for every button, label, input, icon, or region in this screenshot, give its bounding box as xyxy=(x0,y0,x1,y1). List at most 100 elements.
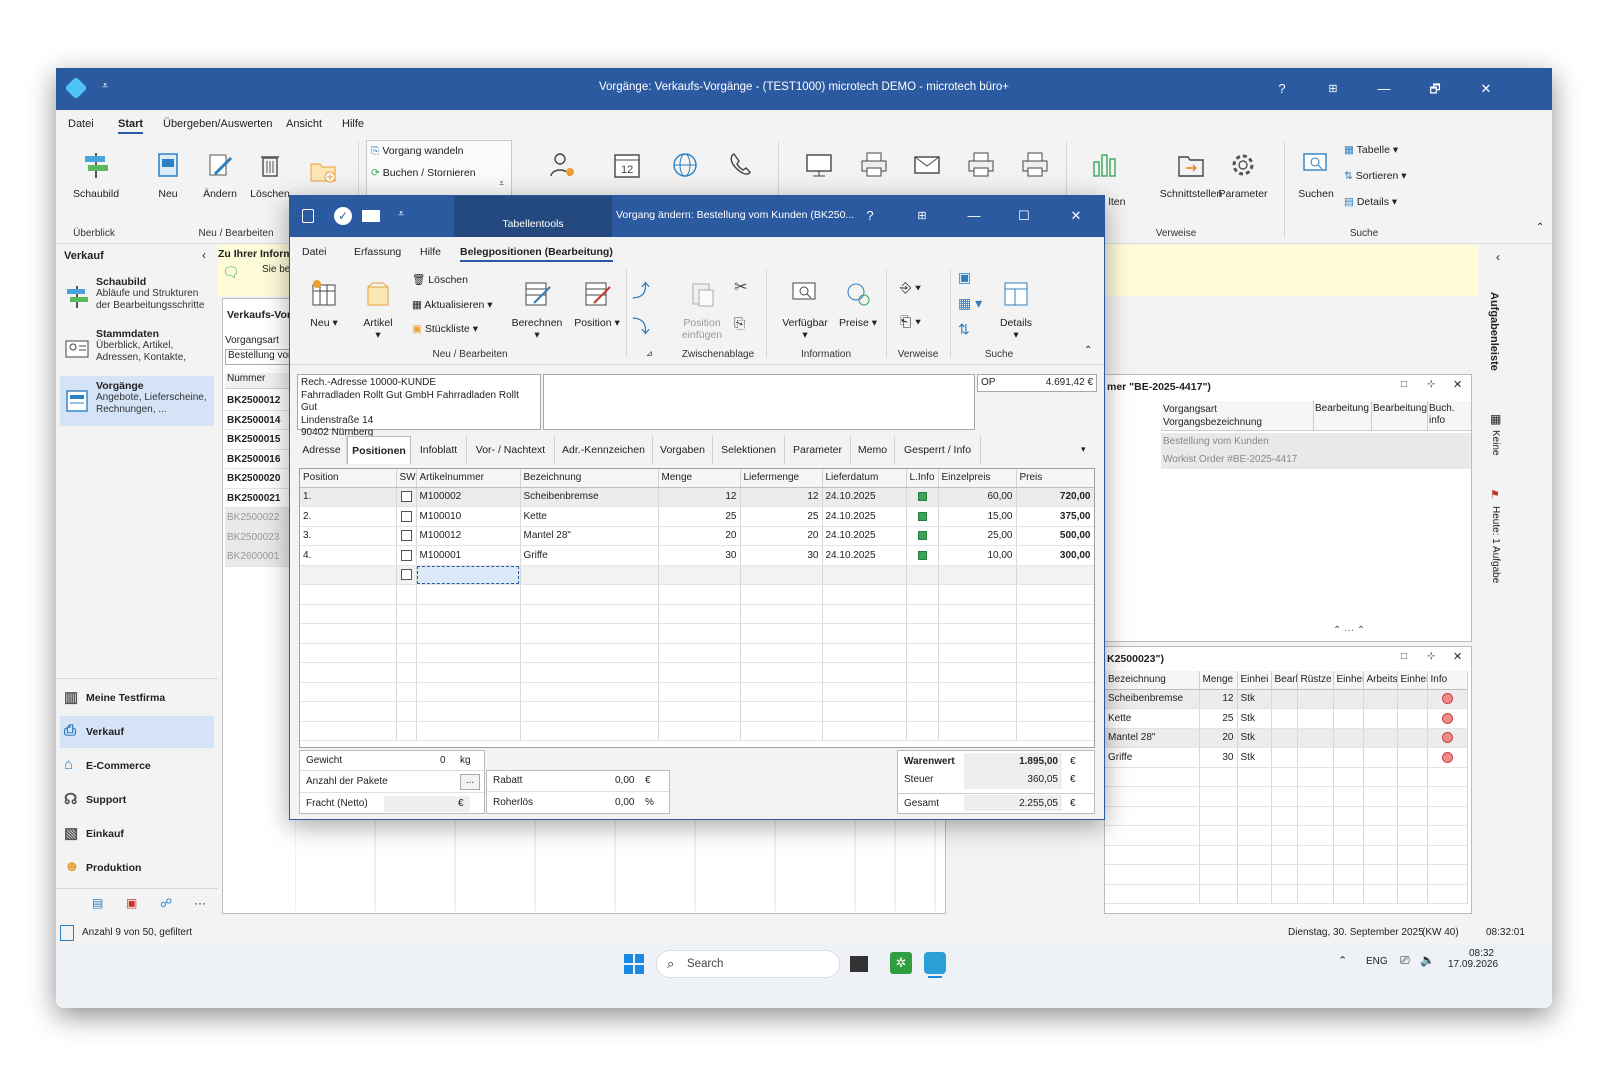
col-bearbeitung-2[interactable]: Bearbeitung xyxy=(1373,403,1427,414)
artikelnummer-cell[interactable]: M100012 xyxy=(416,526,521,546)
liefermenge-cell[interactable]: 20 xyxy=(740,526,823,546)
detail-col-header[interactable]: Rüstze xyxy=(1297,671,1334,690)
detail-col-header[interactable]: Bearl xyxy=(1271,671,1298,690)
list-row[interactable]: BK2500023 xyxy=(225,527,297,547)
schaubild-button[interactable]: Schaubild xyxy=(66,150,126,200)
link-icon[interactable]: ⎆ ▾ xyxy=(900,279,921,296)
grid-col-header[interactable]: Einzelpreis xyxy=(938,469,1017,488)
grid-col-header[interactable]: Lieferdatum xyxy=(822,469,907,488)
empty-cell[interactable] xyxy=(938,721,1017,741)
taskbar-clock[interactable]: 08:32 17.09.2026 xyxy=(1448,948,1498,970)
sort-icon[interactable]: ⇅ xyxy=(958,321,970,338)
table-row[interactable] xyxy=(300,584,1094,605)
bezeichnung-cell[interactable]: Griffe xyxy=(520,545,659,566)
empty-cell[interactable] xyxy=(520,682,659,702)
checkmark-icon[interactable]: ✓ xyxy=(334,207,352,225)
empty-cell[interactable] xyxy=(740,584,823,605)
empty-cell[interactable] xyxy=(416,623,521,644)
liefermenge-cell[interactable]: 25 xyxy=(740,506,823,527)
empty-cell[interactable] xyxy=(396,721,417,741)
dialog-details-button[interactable]: Details ▾ xyxy=(996,279,1036,341)
empty-cell[interactable] xyxy=(520,662,659,683)
nav-verkauf[interactable]: ⎙ Verkauf xyxy=(60,716,214,748)
empty-cell[interactable] xyxy=(906,662,939,683)
notes-box[interactable] xyxy=(543,374,975,430)
empty-cell[interactable] xyxy=(822,623,907,644)
tab-positionen[interactable]: Positionen xyxy=(347,436,411,464)
empty-cell[interactable] xyxy=(520,584,659,605)
monitor-icon[interactable] xyxy=(804,150,834,180)
column-header-nummer[interactable]: Nummer xyxy=(225,373,295,389)
tabelle-button[interactable]: ▦ Tabelle ▾ xyxy=(1344,144,1398,156)
empty-cell[interactable] xyxy=(740,604,823,624)
empty-cell[interactable] xyxy=(822,721,907,741)
info-cell[interactable] xyxy=(1427,708,1468,729)
col-vorgangsart[interactable]: Vorgangsart Vorgangsbezeichnung xyxy=(1163,403,1262,429)
list-row[interactable]: BK2600001 xyxy=(225,547,297,567)
empty-cell[interactable] xyxy=(740,662,823,683)
empty-cell[interactable] xyxy=(1016,604,1094,624)
grid-col-header[interactable]: Position xyxy=(300,469,397,488)
sidebar-item-stammdaten[interactable]: Stammdaten Überblick, Artikel, Adressen, … xyxy=(60,328,214,372)
empty-cell[interactable] xyxy=(1016,584,1094,605)
table-row[interactable]: Scheibenbremse 12 Stk xyxy=(1105,689,1468,709)
nav-e-commerce[interactable]: ⌂ E-Commerce xyxy=(60,750,214,782)
tab-gesperrt-info[interactable]: Gesperrt / Info xyxy=(895,436,981,464)
table-row[interactable]: 3. M100012 Mantel 28" 20 20 24.10.2025 25,00 50… xyxy=(300,526,1094,546)
rabatt-value[interactable]: 0,00 xyxy=(615,775,634,786)
sw-cell[interactable] xyxy=(396,545,417,566)
folder-add-icon[interactable] xyxy=(308,156,338,186)
dialog-launcher-icon[interactable]: ⊿ xyxy=(646,349,653,358)
save-icon[interactable] xyxy=(302,209,314,223)
empty-cell[interactable] xyxy=(300,623,397,644)
bezeichnung-cell[interactable]: Mantel 28" xyxy=(520,526,659,546)
empty-cell[interactable] xyxy=(658,682,741,702)
empty-cell[interactable] xyxy=(658,643,741,663)
bezeichnung-cell[interactable]: Kette xyxy=(520,506,659,527)
grid-col-header[interactable]: Preis xyxy=(1016,469,1094,488)
sidebar-item-schaubild[interactable]: Schaubild Abläufe und Strukturen der Bear… xyxy=(60,276,214,320)
linfo-cell[interactable] xyxy=(906,506,939,527)
sw-checkbox[interactable] xyxy=(400,491,412,503)
empty-cell[interactable] xyxy=(938,604,1017,624)
maximize-panel-icon[interactable]: □ xyxy=(1401,651,1407,662)
table-row[interactable] xyxy=(1105,884,1468,904)
folder-link-icon[interactable]: ⎗ ▾ xyxy=(900,313,921,330)
collapse-ribbon-icon[interactable]: ⌃ xyxy=(1084,345,1092,356)
aufgaben-collapse-icon[interactable]: ‹ xyxy=(1496,250,1500,264)
lieferdatum-cell[interactable]: 24.10.2025 xyxy=(822,545,907,566)
dialog-help-button[interactable]: ? xyxy=(856,205,884,227)
move-down-icon[interactable]: ⤵ xyxy=(632,313,650,339)
chevron-up-icon[interactable]: ⌃ xyxy=(1338,954,1347,967)
empty-cell[interactable] xyxy=(300,643,397,663)
aendern-button[interactable]: Ändern xyxy=(198,150,242,200)
einzelpreis-cell[interactable]: 10,00 xyxy=(938,545,1017,566)
empty-cell[interactable] xyxy=(300,662,397,683)
close-button[interactable]: ✕ xyxy=(1472,78,1500,100)
empty-cell[interactable] xyxy=(906,565,939,585)
table-row[interactable] xyxy=(1105,845,1468,865)
empty-cell[interactable] xyxy=(396,701,417,722)
col-bearbeitung-1[interactable]: Bearbeitung xyxy=(1315,403,1369,414)
empty-cell[interactable] xyxy=(300,565,397,585)
empty-cell[interactable] xyxy=(822,643,907,663)
empty-cell[interactable] xyxy=(938,643,1017,663)
parameter-button[interactable]: Parameter xyxy=(1212,150,1274,200)
table-row[interactable]: 2. M100010 Kette 25 25 24.10.2025 15,00 375,00 xyxy=(300,506,1094,527)
position-cell[interactable]: 4. xyxy=(300,545,397,566)
liefermenge-cell[interactable]: 12 xyxy=(740,487,823,507)
volume-icon[interactable]: 🔈 xyxy=(1420,953,1435,967)
minimize-button[interactable]: — xyxy=(1370,78,1398,100)
buchen-stornieren-button[interactable]: ⟳ Buchen / Stornieren xyxy=(371,167,476,179)
list-row[interactable]: BK2500021 xyxy=(225,489,297,508)
empty-cell[interactable] xyxy=(658,565,741,585)
tab-adr-kennzeichen[interactable]: Adr.-Kennzeichen xyxy=(555,436,653,464)
table-row[interactable] xyxy=(300,682,1094,702)
phone-icon[interactable] xyxy=(726,150,756,180)
empty-cell[interactable] xyxy=(1016,662,1094,683)
nav-support[interactable]: ☊ Support xyxy=(60,784,214,816)
einzelpreis-cell[interactable]: 25,00 xyxy=(938,526,1017,546)
table-row[interactable] xyxy=(1105,767,1468,787)
empty-cell[interactable] xyxy=(740,623,823,644)
network-icon[interactable]: ⎚ xyxy=(1400,953,1410,968)
